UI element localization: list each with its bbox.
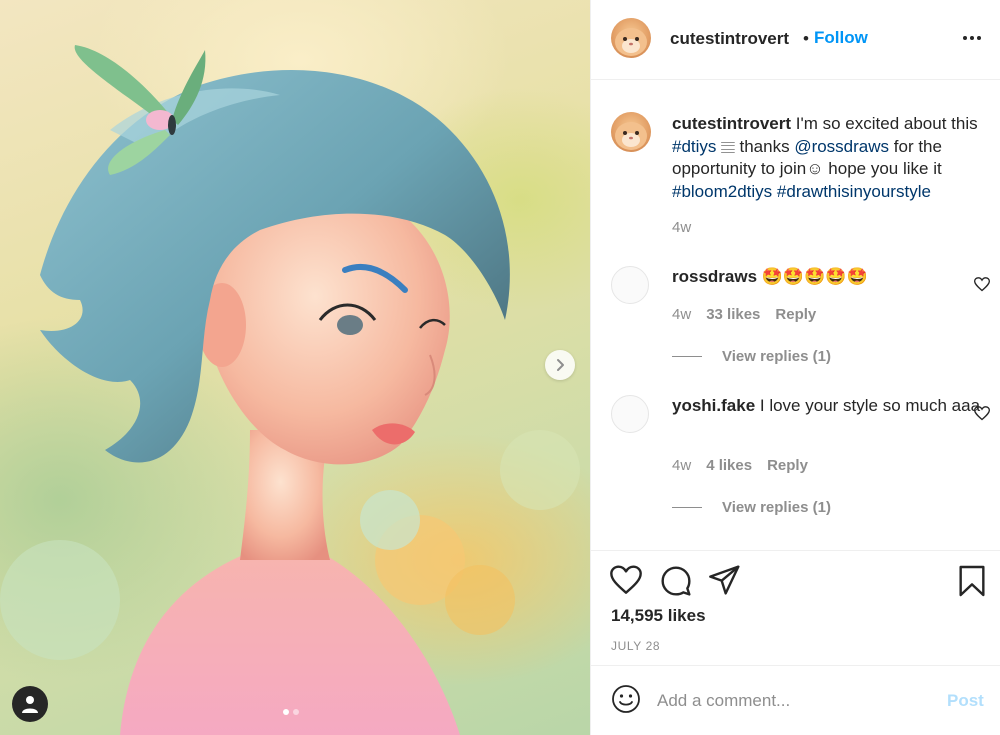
like-comment-heart-icon[interactable] [974,406,990,421]
comment-reply-button[interactable]: Reply [767,457,808,474]
caption-username[interactable]: cutestintrovert [672,114,791,133]
separator-dot: • [803,29,809,48]
next-slide-button[interactable] [545,350,575,380]
hashtag-link[interactable]: #bloom2dtiys [672,182,772,201]
comment-meta: 4w 4 likes Reply [672,457,808,474]
replies-divider-line [672,507,702,508]
post-image[interactable] [0,0,590,735]
post-header: cutestintrovert • Follow [591,0,1000,80]
slide-dot-1 [283,709,289,715]
view-replies-button[interactable]: View replies (1) [672,348,831,365]
post-details-panel: cutestintrovert • Follow cutestintrovert… [590,0,1000,735]
view-replies-label: View replies (1) [722,499,831,516]
heart-icon[interactable] [610,565,642,595]
slide-dot-2 [293,709,299,715]
comment-likes[interactable]: 33 likes [706,306,760,323]
mention-link[interactable]: @rossdraws [794,137,889,156]
post-actions: 14,595 likes JULY 28 [591,550,1000,665]
smiley-icon[interactable] [611,684,641,714]
replies-divider-line [672,356,702,357]
caption-meta: 4w [672,219,691,236]
view-replies-button[interactable]: View replies (1) [672,499,831,516]
slide-indicator [283,709,299,715]
comment-text: yoshi.fake I love your style so much aaa [672,395,982,418]
caption-emoji: 𝄙 [721,136,735,156]
author-avatar[interactable] [611,18,651,58]
comment-bubble-icon[interactable] [660,565,692,597]
post-date[interactable]: JULY 28 [611,639,660,653]
caption-text: hope you like it [823,159,942,178]
caption-time[interactable]: 4w [672,219,691,236]
chevron-right-icon [557,359,564,371]
comments-section: cutestintrovert I'm so excited about thi… [591,80,1000,550]
comment-likes[interactable]: 4 likes [706,457,752,474]
add-comment-bar: Post [591,665,1000,735]
illustration [0,45,580,735]
comment-reply-button[interactable]: Reply [775,306,816,323]
comment-username[interactable]: yoshi.fake [672,396,755,415]
like-comment-heart-icon[interactable] [974,277,990,292]
hamster-avatar-icon [615,28,647,56]
caption-text: thanks [734,136,795,156]
comment-body: 🤩🤩🤩🤩🤩 [757,267,868,286]
follow-button[interactable]: Follow [814,28,868,48]
bookmark-icon[interactable] [958,565,986,597]
view-replies-label: View replies (1) [722,348,831,365]
comment-meta: 4w 33 likes Reply [672,306,816,323]
author-username[interactable]: cutestintrovert [670,29,789,49]
comment-avatar[interactable] [611,395,649,433]
more-options-icon[interactable] [963,36,981,40]
caption-text: I'm so excited about this [791,114,978,133]
comment-time[interactable]: 4w [672,306,691,323]
paper-plane-icon[interactable] [709,565,741,595]
comment-text: rossdraws 🤩🤩🤩🤩🤩 [672,266,982,289]
user-icon [22,696,38,713]
comment-time[interactable]: 4w [672,457,691,474]
caption-emoji: ☺ [806,159,824,178]
tagged-users-button[interactable] [12,686,48,722]
post-comment-button[interactable]: Post [947,691,984,711]
hashtag-link[interactable]: #drawthisinyourstyle [777,182,931,201]
caption: cutestintrovert I'm so excited about thi… [672,113,982,203]
comment-body: I love your style so much aaa [755,396,981,415]
comment-avatar[interactable] [611,266,649,304]
likes-count[interactable]: 14,595 likes [611,606,706,626]
hamster-avatar-icon [615,122,647,150]
caption-author-avatar[interactable] [611,112,651,152]
hashtag-link[interactable]: #dtiys [672,137,716,156]
comment-input[interactable] [657,686,927,716]
comment-username[interactable]: rossdraws [672,267,757,286]
